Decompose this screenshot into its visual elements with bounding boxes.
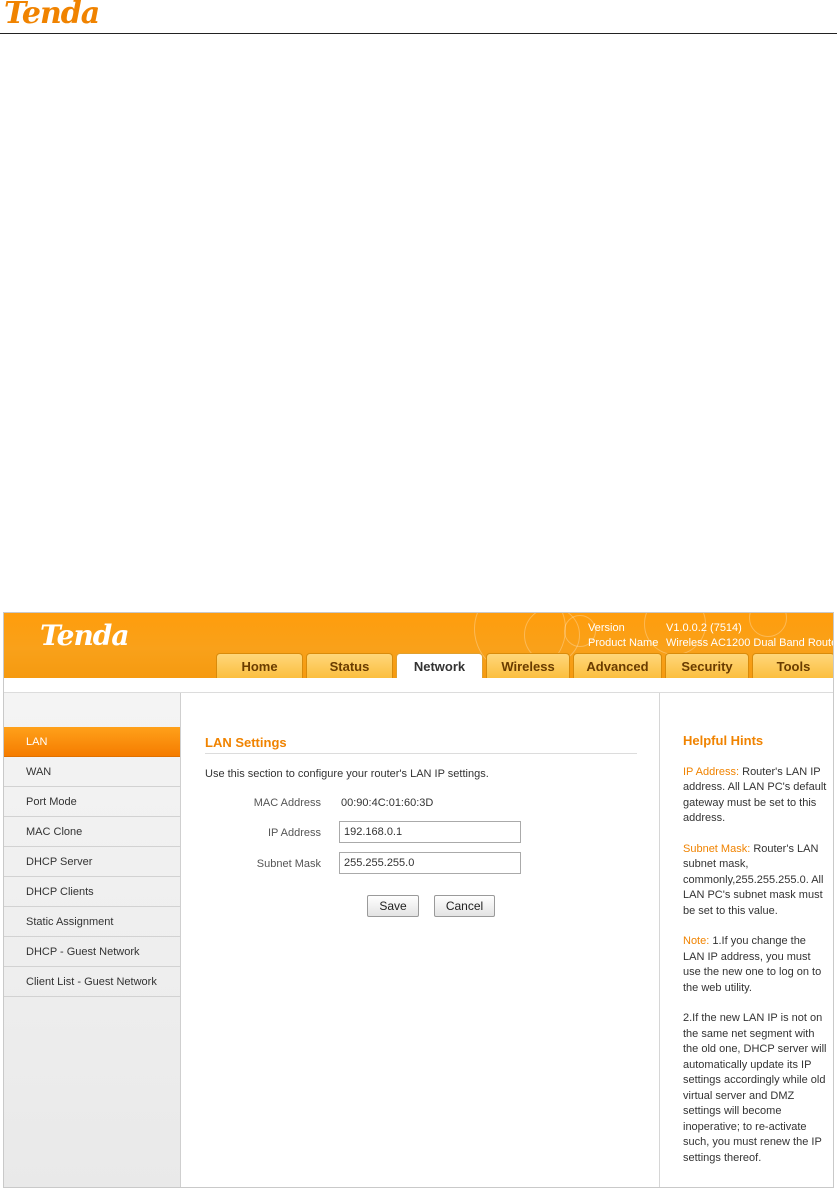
- product-name-value: Wireless AC1200 Dual Band Router: [666, 637, 834, 649]
- mac-address-value: 00:90:4C:01:60:3D: [341, 797, 434, 809]
- hint-mask-term: Subnet Mask:: [683, 842, 751, 855]
- hint-note-2: 2.If the new LAN IP is not on the same n…: [683, 1012, 827, 1164]
- tab-tools[interactable]: Tools: [752, 653, 833, 678]
- ip-address-label: IP Address: [268, 827, 321, 839]
- hint-note: Note: 1.If you change the LAN IP address…: [683, 934, 827, 996]
- title-divider: [205, 753, 637, 754]
- tab-wireless[interactable]: Wireless: [486, 653, 570, 678]
- sidebar: LAN WAN Port Mode MAC Clone DHCP Server …: [4, 693, 181, 1187]
- tab-status[interactable]: Status: [306, 653, 393, 678]
- sidebar-item-dhcp-clients[interactable]: DHCP Clients: [4, 877, 180, 907]
- sidebar-item-dhcp-server[interactable]: DHCP Server: [4, 847, 180, 877]
- save-button[interactable]: Save: [367, 895, 419, 917]
- ui-logo: Tenda: [40, 619, 130, 652]
- hint-ip-address: IP Address: Router's LAN IP address. All…: [683, 765, 827, 827]
- sub-bar: [4, 678, 833, 693]
- tab-network[interactable]: Network: [396, 653, 483, 678]
- page-title: LAN Settings: [205, 735, 287, 750]
- helpful-hints-panel: Helpful Hints IP Address: Router's LAN I…: [659, 693, 833, 1187]
- sidebar-item-wan[interactable]: WAN: [4, 757, 180, 787]
- document-header: Tenda: [0, 0, 837, 34]
- router-web-ui: Tenda Version V1.0.0.2 (7514) Product Na…: [3, 612, 834, 1188]
- hint-subnet-mask: Subnet Mask: Router's LAN subnet mask, c…: [683, 842, 827, 920]
- subnet-mask-label: Subnet Mask: [256, 858, 321, 870]
- tenda-logo: Tenda: [4, 0, 100, 31]
- decor-bubble: [749, 613, 787, 637]
- product-name-label: Product Name: [588, 637, 659, 649]
- header-divider: [0, 33, 837, 34]
- tab-security[interactable]: Security: [665, 653, 749, 678]
- sidebar-item-lan[interactable]: LAN: [4, 727, 180, 757]
- ui-header: Tenda Version V1.0.0.2 (7514) Product Na…: [4, 613, 834, 678]
- tab-home[interactable]: Home: [216, 653, 303, 678]
- version-value: V1.0.0.2 (7514): [666, 622, 742, 634]
- hint-ip-term: IP Address:: [683, 765, 740, 778]
- cancel-button[interactable]: Cancel: [434, 895, 495, 917]
- sidebar-item-port-mode[interactable]: Port Mode: [4, 787, 180, 817]
- sidebar-item-client-list-guest-network[interactable]: Client List - Guest Network: [4, 967, 180, 997]
- subnet-mask-input[interactable]: [339, 852, 521, 874]
- main-content: LAN Settings Use this section to configu…: [181, 693, 658, 1187]
- sidebar-item-dhcp-guest-network[interactable]: DHCP - Guest Network: [4, 937, 180, 967]
- ip-address-input[interactable]: [339, 821, 521, 843]
- section-description: Use this section to configure your route…: [205, 768, 489, 780]
- sidebar-item-mac-clone[interactable]: MAC Clone: [4, 817, 180, 847]
- hints-title: Helpful Hints: [683, 733, 764, 748]
- hint-note-term: Note:: [683, 935, 710, 947]
- version-label: Version: [588, 622, 625, 634]
- sidebar-item-static-assignment[interactable]: Static Assignment: [4, 907, 180, 937]
- mac-address-label: MAC Address: [253, 797, 321, 809]
- tab-advanced[interactable]: Advanced: [573, 653, 662, 678]
